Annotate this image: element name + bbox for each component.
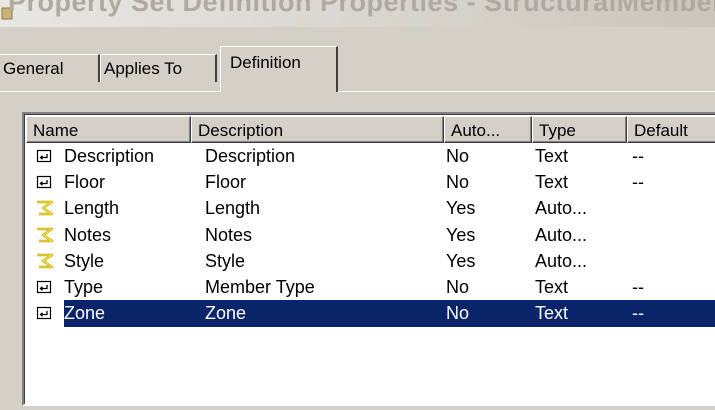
- cell-auto: Yes: [446, 198, 476, 219]
- cell-description: Length: [205, 198, 261, 219]
- cell-auto: Yes: [446, 224, 476, 245]
- table-row[interactable]: Style Style Yes Auto...: [26, 248, 715, 275]
- cell-name: Type: [64, 277, 104, 297]
- cell-auto: No: [446, 277, 470, 297]
- column-header-description[interactable]: Description: [191, 116, 444, 143]
- tab-strip: General Applies To Definition: [0, 46, 715, 92]
- manual-property-icon: [36, 148, 52, 164]
- cell-type: Text: [535, 172, 569, 193]
- column-header-type[interactable]: Type: [532, 116, 627, 143]
- cell-auto: No: [446, 146, 470, 166]
- cell-description: Zone: [205, 303, 247, 324]
- cell-type: Text: [535, 277, 569, 297]
- cell-type: Text: [535, 146, 569, 166]
- tab-definition[interactable]: Definition: [220, 46, 338, 92]
- table-row[interactable]: Notes Notes Yes Auto...: [26, 222, 715, 249]
- automatic-property-icon: [36, 253, 54, 269]
- window-title: Property Set Definition Properties - Str…: [8, 0, 715, 17]
- column-header-name[interactable]: Name: [26, 116, 191, 143]
- cell-description: Member Type: [205, 277, 315, 297]
- cell-name: Floor: [64, 172, 106, 193]
- cell-default: --: [632, 172, 644, 193]
- table-row[interactable]: Length Length Yes Auto...: [26, 195, 715, 222]
- property-list[interactable]: Name Description Auto... Type Default De…: [22, 112, 715, 406]
- cell-auto: No: [446, 303, 470, 324]
- cell-description: Floor: [205, 172, 247, 193]
- column-header-automatic[interactable]: Auto...: [444, 116, 532, 143]
- list-header: Name Description Auto... Type Default: [26, 116, 715, 143]
- cell-description: Style: [205, 250, 246, 271]
- cell-name: Zone: [64, 303, 106, 324]
- cell-auto: Yes: [446, 250, 476, 271]
- cell-name: Style: [64, 250, 105, 271]
- cell-default: --: [632, 146, 644, 166]
- cell-type: Auto...: [535, 198, 588, 219]
- manual-property-icon: [36, 279, 52, 295]
- cell-type: Text: [535, 303, 569, 324]
- cell-description: Description: [205, 146, 296, 166]
- automatic-property-icon: [36, 200, 54, 216]
- selection-highlight: [64, 300, 715, 328]
- cell-default: --: [632, 277, 644, 297]
- table-row[interactable]: Zone Zone No Text --: [26, 300, 715, 328]
- cell-type: Auto...: [535, 224, 588, 245]
- cell-name: Notes: [64, 224, 112, 245]
- tab-general[interactable]: General: [0, 54, 100, 82]
- cell-default: --: [632, 303, 644, 324]
- cell-name: Description: [64, 146, 155, 166]
- column-header-default[interactable]: Default: [627, 116, 715, 143]
- automatic-property-icon: [36, 227, 54, 243]
- tab-panel-border: [0, 91, 715, 92]
- cell-auto: No: [446, 172, 470, 193]
- manual-property-icon: [36, 174, 52, 190]
- manual-property-icon: [36, 305, 52, 322]
- table-row[interactable]: Type Member Type No Text --: [26, 274, 715, 301]
- cell-description: Notes: [205, 224, 253, 245]
- tab-applies-to[interactable]: Applies To: [100, 54, 217, 82]
- title-bar[interactable]: Property Set Definition Properties - Str…: [0, 0, 715, 27]
- table-row[interactable]: Floor Floor No Text --: [26, 169, 715, 196]
- cell-type: Auto...: [535, 250, 588, 271]
- table-row[interactable]: Description Description No Text --: [26, 143, 715, 170]
- cell-name: Length: [64, 198, 120, 219]
